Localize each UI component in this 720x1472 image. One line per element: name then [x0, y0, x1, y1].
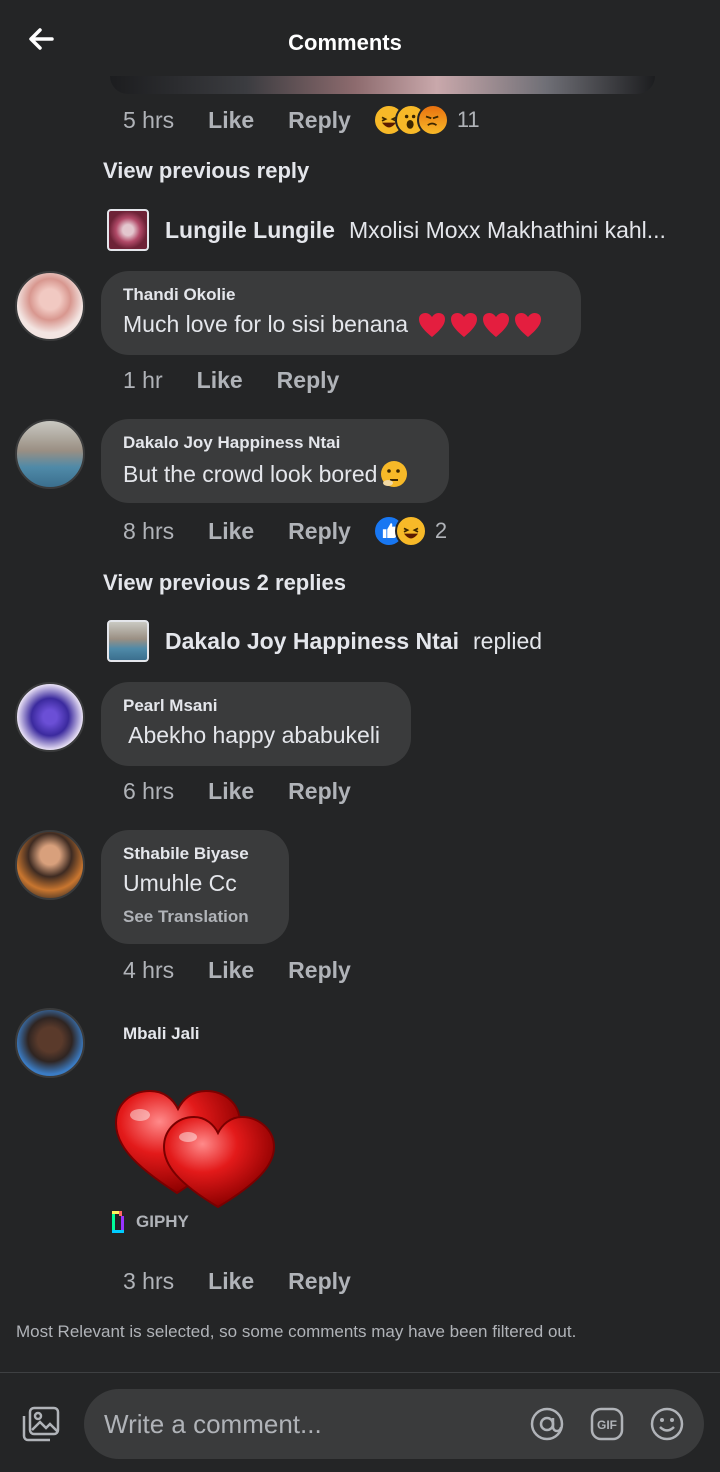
- like-button[interactable]: Like: [208, 107, 254, 134]
- comment-meta: 3 hrs Like Reply: [123, 1268, 351, 1295]
- comment-author[interactable]: Sthabile Biyase: [123, 844, 267, 864]
- filter-notice: Most Relevant is selected, so some comme…: [16, 1322, 577, 1341]
- avatar[interactable]: [15, 271, 85, 341]
- comment-meta: 5 hrs Like Reply 11: [123, 104, 480, 136]
- reactions[interactable]: 2: [372, 515, 448, 547]
- reply-button[interactable]: Reply: [288, 107, 351, 134]
- reply-preview[interactable]: Dakalo Joy Happiness Ntai replied: [107, 620, 542, 662]
- comment-author[interactable]: Thandi Okolie: [123, 285, 559, 305]
- comment-composer: Write a comment... GIF: [0, 1373, 720, 1472]
- like-button[interactable]: Like: [208, 1268, 254, 1295]
- comment-meta: 4 hrs Like Reply: [123, 957, 351, 984]
- timestamp: 8 hrs: [123, 517, 175, 544]
- like-button[interactable]: Like: [208, 518, 254, 545]
- reply-button[interactable]: Reply: [288, 518, 351, 545]
- comment-text: Abekho happy ababukeli: [123, 722, 389, 749]
- comment-text: But the crowd look bored: [123, 459, 427, 489]
- like-button[interactable]: Like: [197, 367, 243, 394]
- comment-bubble: Pearl Msani Abekho happy ababukeli: [101, 682, 411, 766]
- reply-preview[interactable]: Lungile Lungile Mxolisi Moxx Makhathini …: [107, 209, 666, 251]
- avatar[interactable]: [15, 419, 85, 489]
- media-thumbnail[interactable]: [110, 76, 655, 94]
- hearts-gif[interactable]: [112, 1085, 282, 1210]
- timestamp: 3 hrs: [123, 1268, 175, 1294]
- angry-reaction-icon: [416, 104, 449, 136]
- comment-input-placeholder: Write a comment...: [104, 1409, 322, 1439]
- avatar[interactable]: [15, 830, 85, 900]
- hearts: [414, 312, 542, 338]
- comment-bubble: Dakalo Joy Happiness Ntai But the crowd …: [101, 419, 449, 503]
- avatar[interactable]: [15, 682, 85, 752]
- comment-author[interactable]: Mbali Jali: [123, 1024, 200, 1044]
- thinking-face-icon: [381, 461, 408, 487]
- giphy-attribution: GIPHY: [110, 1208, 189, 1236]
- avatar: [107, 209, 149, 251]
- comment-body: But the crowd look bored: [123, 460, 378, 487]
- reply-button[interactable]: Reply: [288, 1268, 351, 1295]
- comment-author[interactable]: Dakalo Joy Happiness Ntai: [123, 433, 427, 453]
- haha-reaction-icon: [394, 515, 427, 547]
- comment-body: Much love for lo sisi benana: [123, 311, 409, 337]
- heart-icon: [483, 312, 510, 337]
- timestamp: 4 hrs: [123, 957, 175, 983]
- giphy-label: GIPHY: [136, 1212, 189, 1231]
- avatar: [107, 620, 149, 662]
- giphy-logo-icon: [112, 1211, 124, 1233]
- reaction-count: 2: [434, 518, 448, 543]
- timestamp: 6 hrs: [123, 778, 175, 804]
- top-bar: Comments: [0, 0, 720, 86]
- gif-icon[interactable]: GIF: [590, 1407, 624, 1441]
- comment-meta: 6 hrs Like Reply: [123, 778, 351, 805]
- reactions[interactable]: 11: [372, 104, 480, 136]
- heart-icon: [515, 312, 542, 337]
- like-button[interactable]: Like: [208, 957, 254, 984]
- photo-icon[interactable]: [22, 1406, 60, 1442]
- view-previous-replies-link[interactable]: View previous 2 replies: [103, 570, 346, 596]
- reply-snippet: Mxolisi Moxx Makhathini kahl...: [348, 216, 666, 243]
- svg-text:GIF: GIF: [597, 1418, 617, 1432]
- page-title: Comments: [288, 30, 402, 55]
- emoji-icon[interactable]: [650, 1407, 684, 1441]
- timestamp: 5 hrs: [123, 106, 175, 133]
- comment-input[interactable]: Write a comment... GIF: [84, 1389, 704, 1459]
- avatar[interactable]: [15, 1008, 85, 1078]
- reply-button[interactable]: Reply: [277, 367, 340, 394]
- comment-text: Much love for lo sisi benana: [123, 311, 559, 338]
- comment-meta: 1 hr Like Reply: [123, 367, 339, 394]
- timestamp: 1 hr: [123, 367, 163, 393]
- comment-meta: 8 hrs Like Reply 2: [123, 515, 447, 547]
- mention-icon[interactable]: [530, 1407, 564, 1441]
- like-button[interactable]: Like: [208, 778, 254, 805]
- heart-icon: [451, 312, 478, 337]
- reply-author[interactable]: Lungile Lungile: [165, 217, 335, 244]
- reply-button[interactable]: Reply: [288, 778, 351, 805]
- comment-text: Umuhle Cc: [123, 870, 237, 896]
- reaction-count: 11: [456, 107, 480, 132]
- view-previous-reply-link[interactable]: View previous reply: [103, 158, 309, 184]
- comment-author[interactable]: Pearl Msani: [123, 696, 389, 716]
- reply-button[interactable]: Reply: [288, 957, 351, 984]
- heart-icon: [419, 312, 446, 337]
- see-translation-link[interactable]: See Translation: [123, 907, 267, 927]
- reply-author[interactable]: Dakalo Joy Happiness Ntai: [165, 628, 459, 655]
- comment-bubble: Sthabile Biyase Umuhle Cc See Translatio…: [101, 830, 289, 944]
- reply-status: replied: [473, 627, 543, 654]
- comment-bubble: Thandi Okolie Much love for lo sisi bena…: [101, 271, 581, 355]
- comment-body: Abekho happy ababukeli: [123, 722, 381, 748]
